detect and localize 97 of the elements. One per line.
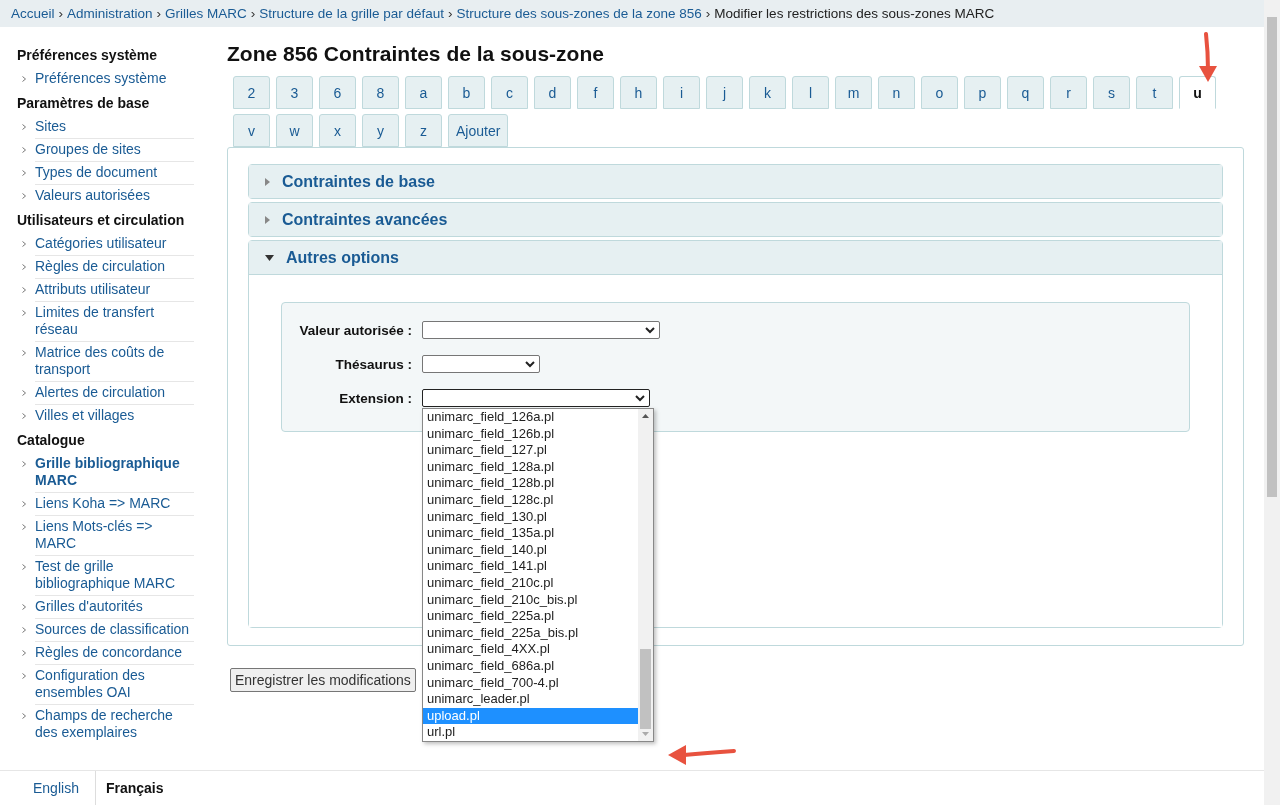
sidebar-heading: Paramètres de base — [17, 94, 151, 113]
subfield-tab[interactable]: d — [534, 76, 571, 109]
sidebar-link[interactable]: Liens Koha => MARC — [35, 493, 194, 516]
field-label: Valeur autorisée : — [298, 322, 412, 338]
dropdown-option[interactable]: unimarc_field_686a.pl — [423, 657, 638, 675]
subfield-tab[interactable]: m — [835, 76, 872, 109]
dropdown-option[interactable]: unimarc_field_128c.pl — [423, 491, 638, 509]
subfield-tab[interactable]: k — [749, 76, 786, 109]
subfield-tab[interactable]: p — [964, 76, 1001, 109]
subfield-tab[interactable]: i — [663, 76, 700, 109]
dropdown-option[interactable]: unimarc_field_141.pl — [423, 558, 638, 575]
subfield-tab[interactable]: r — [1050, 76, 1087, 109]
subfield-tab[interactable]: c — [491, 76, 528, 109]
dropdown-option[interactable]: unimarc_field_130.pl — [423, 508, 638, 526]
subfield-tab[interactable]: 8 — [362, 76, 399, 109]
sidebar-link[interactable]: Alertes de circulation — [35, 382, 194, 405]
sidebar-link[interactable]: Grilles d'autorités — [35, 596, 194, 619]
sidebar-link[interactable]: Valeurs autorisées — [35, 185, 194, 207]
dropdown-option[interactable]: unimarc_leader.pl — [423, 691, 638, 708]
subfield-tab[interactable]: l — [792, 76, 829, 109]
subfield-tab[interactable]: q — [1007, 76, 1044, 109]
accordion-title: Contraintes avancées — [282, 210, 448, 229]
subfield-tab[interactable]: v — [233, 114, 270, 147]
dropdown-option[interactable]: unimarc_field_128a.pl — [423, 458, 638, 476]
subfield-tab[interactable]: j — [706, 76, 743, 109]
breadcrumb-link[interactable]: Grilles MARC — [165, 6, 247, 21]
sidebar-link[interactable]: Règles de concordance — [35, 642, 194, 665]
sidebar-link[interactable]: Sources de classification — [35, 619, 194, 642]
dropdown-option[interactable]: url.pl — [423, 724, 638, 741]
sidebar-link[interactable]: Champs de recherche des exemplaires — [35, 705, 194, 744]
dropdown-option[interactable]: unimarc_field_128b.pl — [423, 475, 638, 492]
subfield-tab[interactable]: 2 — [233, 76, 270, 109]
subfield-tab[interactable]: n — [878, 76, 915, 109]
subfield-tab[interactable]: a — [405, 76, 442, 109]
subfield-tab[interactable]: z — [405, 114, 442, 147]
accordion-header[interactable]: Contraintes avancées — [249, 203, 1222, 236]
sidebar-link[interactable]: Catégories utilisateur — [35, 233, 194, 256]
breadcrumb-link[interactable]: Structure des sous-zones de la zone 856 — [456, 6, 702, 21]
sidebar-link[interactable]: Grille bibliographique MARC — [35, 453, 194, 493]
subfield-tab[interactable]: y — [362, 114, 399, 147]
accordion-title: Autres options — [286, 248, 399, 267]
dropdown-option[interactable]: unimarc_field_225a.pl — [423, 608, 638, 625]
subfield-tab[interactable]: 3 — [276, 76, 313, 109]
subfield-tab[interactable]: w — [276, 114, 313, 147]
sidebar-link[interactable]: Types de document — [35, 162, 194, 185]
language-link[interactable]: English — [0, 771, 95, 805]
page-title: Zone 856 Contraintes de la sous-zone — [227, 42, 605, 66]
sidebar-link[interactable]: Préférences système — [35, 68, 194, 90]
sidebar-link[interactable]: Groupes de sites — [35, 139, 194, 162]
sidebar-link[interactable]: Test de grille bibliographique MARC — [35, 556, 194, 596]
sidebar-link[interactable]: Sites — [35, 116, 194, 139]
dropdown-option[interactable]: unimarc_field_225a_bis.pl — [423, 624, 638, 642]
subfield-tab[interactable]: u — [1179, 76, 1216, 109]
breadcrumb-separator: › — [156, 6, 162, 21]
dropdown-option[interactable]: unimarc_field_4XX.pl — [423, 641, 638, 658]
subfield-tab[interactable]: h — [620, 76, 657, 109]
dropdown-option[interactable]: unimarc_field_127.pl — [423, 442, 638, 459]
language-link[interactable]: Français — [94, 771, 180, 805]
breadcrumb-separator: › — [58, 6, 64, 21]
subfield-tab[interactable]: b — [448, 76, 485, 109]
sidebar-heading: Utilisateurs et circulation — [17, 211, 186, 230]
sidebar-link[interactable]: Villes et villages — [35, 405, 194, 427]
breadcrumb-link[interactable]: Structure de la grille par défaut — [259, 6, 444, 21]
subfield-tab[interactable]: s — [1093, 76, 1130, 109]
dropdown-option[interactable]: unimarc_field_210c.pl — [423, 574, 638, 592]
sidebar-link[interactable]: Règles de circulation — [35, 256, 194, 279]
field-label: Thésaurus : — [334, 356, 412, 372]
subfield-tab[interactable]: o — [921, 76, 958, 109]
subfield-tab[interactable]: Ajouter — [448, 114, 509, 147]
save-button[interactable]: Enregistrer les modifications — [230, 668, 416, 692]
sidebar-link[interactable]: Limites de transfert réseau — [35, 302, 194, 342]
breadcrumb-link[interactable]: Administration — [67, 6, 153, 21]
dropdown-option[interactable]: unimarc_field_135a.pl — [423, 525, 638, 542]
subfield-tab[interactable]: f — [577, 76, 614, 109]
breadcrumb-separator: › — [447, 6, 453, 21]
subfield-tab[interactable]: t — [1136, 76, 1173, 109]
subfield-tab[interactable]: x — [319, 114, 356, 147]
breadcrumb-separator: › — [250, 6, 256, 21]
dropdown-option[interactable]: unimarc_field_126a.pl — [423, 409, 638, 426]
sidebar-link[interactable]: Configuration des ensembles OAI — [35, 665, 194, 705]
subfield-tab[interactable]: 6 — [319, 76, 356, 109]
field-label: Extension : — [338, 390, 412, 406]
dropdown-option[interactable]: unimarc_field_140.pl — [423, 541, 638, 559]
breadcrumb-link[interactable]: Accueil — [11, 6, 55, 21]
accordion-title: Contraintes de base — [282, 172, 435, 191]
dropdown-option[interactable]: unimarc_field_210c_bis.pl — [423, 591, 638, 609]
sidebar-link[interactable]: Liens Mots-clés => MARC — [35, 516, 194, 556]
sidebar-link[interactable]: Matrice des coûts de transport — [35, 342, 194, 382]
dropdown-option[interactable]: unimarc_field_126b.pl — [423, 425, 638, 443]
breadcrumb-separator: › — [705, 6, 711, 21]
sidebar-link[interactable]: Attributs utilisateur — [35, 279, 194, 302]
accordion-header[interactable]: Contraintes de base — [249, 165, 1222, 198]
sidebar-heading: Catalogue — [17, 431, 86, 450]
sidebar-heading: Préférences système — [17, 46, 159, 65]
breadcrumb-current: Modifier les restrictions des sous-zones MARC — [714, 6, 995, 21]
accordion-header[interactable]: Autres options — [249, 241, 1222, 274]
dropdown-option[interactable]: unimarc_field_700-4.pl — [423, 674, 638, 692]
